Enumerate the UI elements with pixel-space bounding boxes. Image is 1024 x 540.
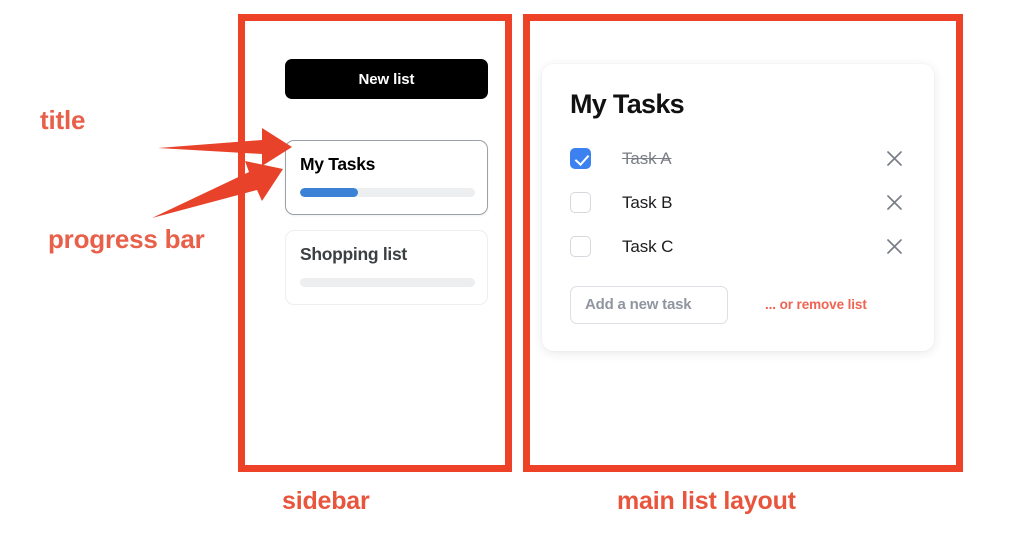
annotation-label-title: title [40,105,86,135]
annotation-box-main-list-layout [523,14,963,472]
annotation-label-main-list-layout: main list layout [617,487,796,515]
screenshot-canvas: New list My Tasks Shopping list My Tasks… [0,0,1024,540]
annotation-label-progress-bar: progress bar [48,224,205,254]
annotation-box-sidebar [238,14,512,472]
annotation-label-sidebar: sidebar [282,487,370,515]
